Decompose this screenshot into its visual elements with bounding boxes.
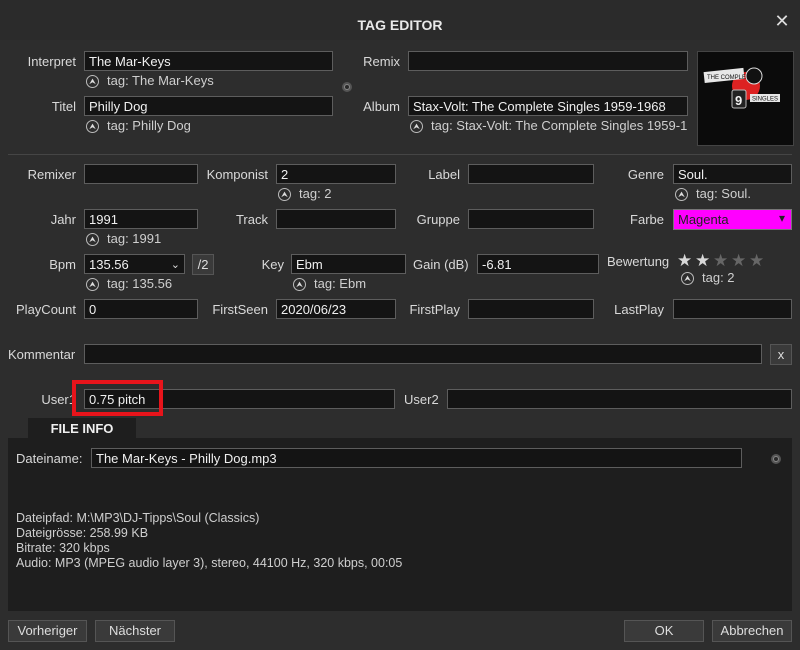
user1-label: User1 <box>41 392 76 407</box>
bpm-label: Bpm <box>49 257 76 272</box>
titel-input[interactable]: Philly Dog <box>84 96 333 116</box>
bitrate-line: Bitrate: 320 kbps <box>16 541 110 555</box>
star-icon[interactable]: ★ <box>677 252 695 270</box>
interpret-label: Interpret <box>27 54 76 69</box>
apply-tag-icon[interactable]: ⮝ <box>681 272 694 285</box>
close-icon[interactable]: ✕ <box>774 12 790 30</box>
track-input[interactable] <box>276 209 396 229</box>
firstseen-label: FirstSeen <box>212 302 268 317</box>
titel-label: Titel <box>51 99 76 114</box>
kommentar-label: Kommentar <box>8 347 76 362</box>
star-icon[interactable]: ★ <box>695 252 713 270</box>
bpm-select[interactable]: 135.56 ⌄ <box>84 254 185 274</box>
apply-tag-icon[interactable]: ⮝ <box>86 120 99 133</box>
apply-tag-icon[interactable]: ⮝ <box>410 120 423 133</box>
key-tag[interactable]: ⮝ tag: Ebm <box>293 276 406 291</box>
audio-line: Audio: MP3 (MPEG audio layer 3), stereo,… <box>16 556 403 570</box>
remixer-label: Remixer <box>27 167 76 182</box>
komponist-label: Komponist <box>206 167 268 182</box>
album-input[interactable]: Stax-Volt: The Complete Singles 1959-196… <box>408 96 688 116</box>
star-icon[interactable]: ★ <box>731 252 749 270</box>
album-label: Album <box>363 99 400 114</box>
dateipfad-line: Dateipfad: M:\MP3\DJ-Tipps\Soul (Classic… <box>16 511 260 525</box>
dateiname-label: Dateiname: <box>16 451 83 466</box>
genre-tag[interactable]: ⮝ tag: Soul. <box>675 186 793 201</box>
album-tag[interactable]: ⮝ tag: Stax-Volt: The Complete Singles 19… <box>410 118 688 133</box>
apply-tag-icon[interactable]: ⮝ <box>293 278 306 291</box>
key-label: Key <box>261 257 284 272</box>
star-icon[interactable]: ★ <box>713 252 731 270</box>
remixer-input[interactable] <box>84 164 198 184</box>
cover-art[interactable]: THE COMPLETE 9 SINGLES <box>697 51 794 146</box>
interpret-input[interactable]: The Mar-Keys <box>84 51 333 71</box>
dateigroesse-line: Dateigrösse: 258.99 KB <box>16 526 149 540</box>
apply-tag-icon[interactable]: ⮝ <box>278 188 291 201</box>
interpret-tag[interactable]: ⮝ tag: The Mar-Keys <box>86 73 336 88</box>
label-input[interactable] <box>468 164 594 184</box>
user2-label: User2 <box>404 392 439 407</box>
genre-input[interactable]: Soul. <box>673 164 792 184</box>
cover-number: 9 <box>735 93 742 108</box>
star-icon[interactable]: ★ <box>749 252 767 270</box>
lastplay-label: LastPlay <box>614 302 664 317</box>
chevron-down-icon: ▾ <box>778 211 785 225</box>
gruppe-input[interactable] <box>468 209 594 229</box>
bewertung-label: Bewertung <box>607 254 670 269</box>
farbe-value: Magenta <box>678 212 729 227</box>
remix-input[interactable] <box>408 51 688 71</box>
dialog-title: TAG EDITOR <box>0 0 800 40</box>
bpm-tag[interactable]: ⮝ tag: 135.56 <box>86 276 206 291</box>
firstplay-input[interactable] <box>468 299 594 319</box>
apply-tag-icon[interactable]: ⮝ <box>86 233 99 246</box>
jahr-input[interactable]: 1991 <box>84 209 198 229</box>
ok-button[interactable]: OK <box>624 620 704 642</box>
divider <box>8 154 792 155</box>
gruppe-label: Gruppe <box>416 212 460 227</box>
komponist-input[interactable]: 2 <box>276 164 396 184</box>
komponist-tag[interactable]: ⮝ tag: 2 <box>278 186 396 201</box>
titel-tag[interactable]: ⮝ tag: Philly Dog <box>86 118 336 133</box>
cover-art-image: THE COMPLETE 9 SINGLES <box>698 52 793 145</box>
firstplay-label: FirstPlay <box>409 302 460 317</box>
gain-label: Gain (dB) <box>413 257 469 272</box>
farbe-select[interactable]: Magenta ▾ <box>673 209 792 230</box>
dateiname-input[interactable]: The Mar-Keys - Philly Dog.mp3 <box>91 448 742 468</box>
clear-comment-button[interactable]: x <box>770 344 792 365</box>
user2-input[interactable] <box>447 389 792 409</box>
kommentar-input[interactable] <box>84 344 762 364</box>
lastplay-input[interactable] <box>673 299 792 319</box>
jahr-label: Jahr <box>50 212 76 227</box>
file-options-icon[interactable] <box>771 454 781 464</box>
highlight-box <box>72 380 163 416</box>
next-button[interactable]: Nächster <box>95 620 175 642</box>
apply-tag-icon[interactable]: ⮝ <box>86 278 99 291</box>
playcount-label: PlayCount <box>16 302 76 317</box>
track-label: Track <box>235 212 268 227</box>
cancel-button[interactable]: Abbrechen <box>712 620 792 642</box>
farbe-label: Farbe <box>630 212 664 227</box>
playcount-input[interactable]: 0 <box>84 299 198 319</box>
file-info-tab[interactable]: FILE INFO <box>28 418 136 439</box>
swap-fields-icon[interactable] <box>342 82 352 92</box>
bewertung-tag[interactable]: ⮝ tag: 2 <box>681 270 791 285</box>
genre-label: Genre <box>627 167 664 182</box>
remix-label: Remix <box>363 54 400 69</box>
gain-input[interactable]: -6.81 <box>477 254 599 274</box>
apply-tag-icon[interactable]: ⮝ <box>675 188 688 201</box>
chevron-down-icon: ⌄ <box>170 259 180 271</box>
bpm-half-button[interactable]: /2 <box>192 254 214 275</box>
previous-button[interactable]: Vorheriger <box>8 620 87 642</box>
apply-tag-icon[interactable]: ⮝ <box>86 75 99 88</box>
cover-line2: SINGLES <box>752 97 778 103</box>
label-label: Label <box>428 167 460 182</box>
firstseen-input[interactable]: 2020/06/23 <box>276 299 396 319</box>
key-input[interactable]: Ebm <box>291 254 406 274</box>
rating-stars[interactable]: ★ ★ ★ ★ ★ <box>677 252 767 270</box>
jahr-tag[interactable]: ⮝ tag: 1991 <box>86 231 198 246</box>
